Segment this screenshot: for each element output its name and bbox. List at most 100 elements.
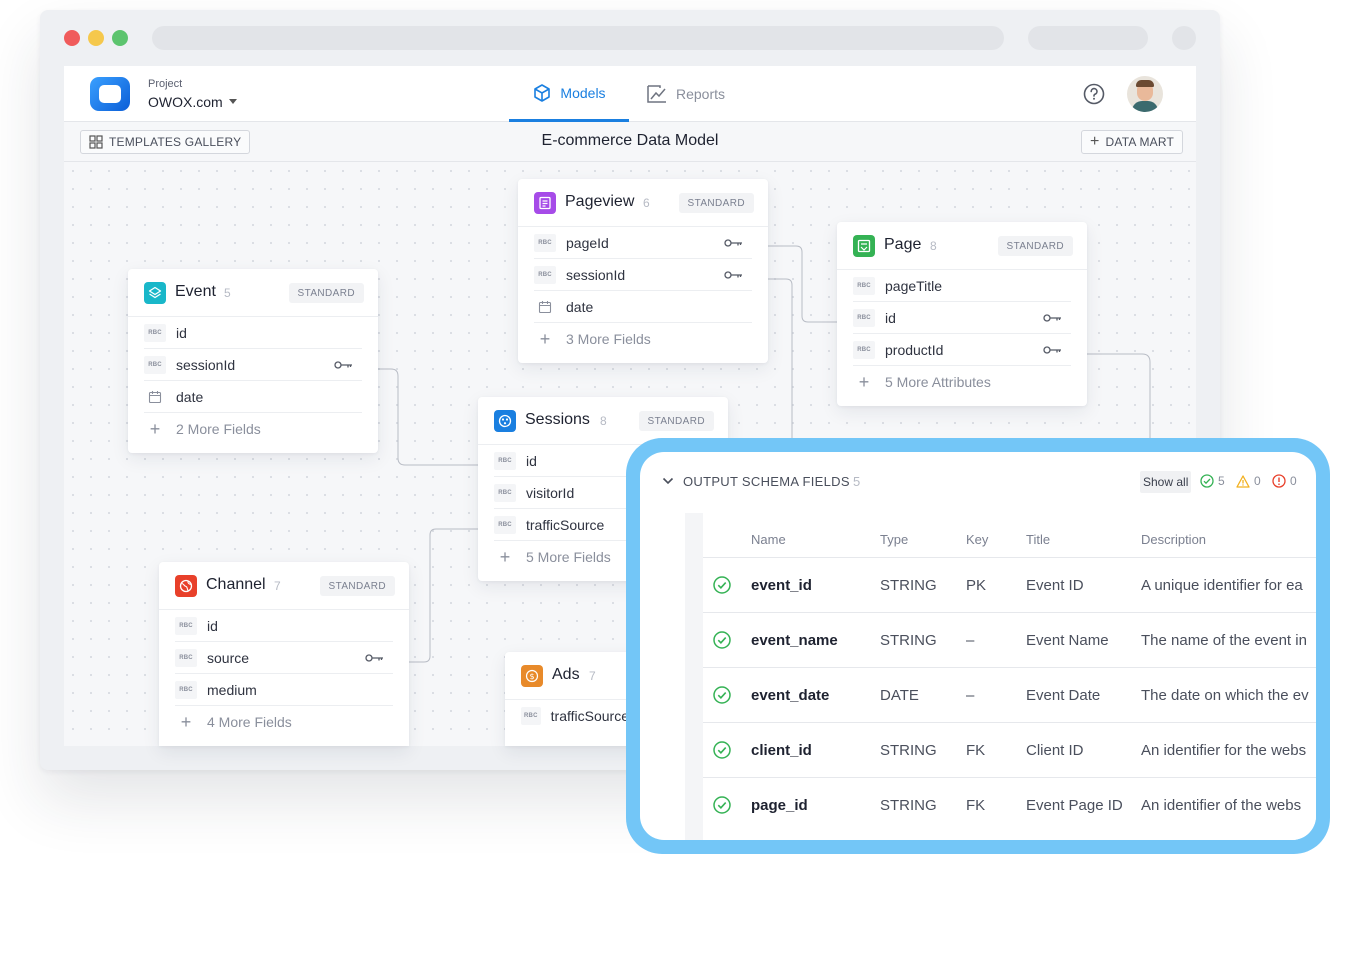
field-description: The name of the event in (1141, 632, 1307, 649)
field-key: – (966, 687, 975, 704)
minimize-window-dot[interactable] (88, 30, 104, 46)
cube-icon (534, 83, 551, 102)
field-type: STRING (880, 797, 937, 814)
standard-badge: STANDARD (997, 236, 1073, 256)
field-key: FK (966, 742, 986, 759)
entity-card-ads[interactable]: $ Ads 7 RBC trafficSource (505, 652, 645, 746)
more-fields-row[interactable]: +2 More Fields (144, 413, 362, 445)
more-fields-row[interactable]: +5 More Attributes (853, 366, 1071, 398)
tab-models[interactable]: Models (509, 66, 629, 122)
project-selector[interactable]: OWOX.com (148, 94, 223, 110)
field-row[interactable]: RBC productId (853, 334, 1071, 366)
string-type-icon: RBC (534, 233, 556, 252)
field-title: Event ID (1026, 577, 1084, 594)
field-row[interactable]: RBC trafficSource (521, 700, 629, 732)
svg-text:$: $ (529, 672, 534, 681)
check-circle-icon (713, 741, 731, 759)
schema-panel-header: OUTPUT SCHEMA FIELDS 5 Show all 5 0 0 (640, 452, 1316, 508)
field-name: client_id (751, 742, 812, 759)
field-row[interactable]: RBC id (853, 302, 1071, 334)
avatar[interactable] (1127, 76, 1163, 112)
tab-reports[interactable]: Reports (646, 66, 725, 122)
field-title: Event Page ID (1026, 797, 1123, 814)
field-name: date (176, 388, 204, 405)
column-header-description[interactable]: Description (1141, 532, 1206, 547)
schema-table-container: Name Type Key Title Description event_id… (685, 513, 1316, 840)
string-type-icon: RBC (494, 451, 516, 470)
more-fields-row[interactable]: +3 More Fields (534, 323, 752, 355)
key-icon (334, 361, 352, 369)
entity-card-page[interactable]: Page 8 STANDARD RBC pageTitle RBC id RBC pr… (837, 222, 1087, 406)
field-row[interactable]: RBC id (144, 317, 362, 349)
field-name: event_name (751, 632, 838, 649)
warning-count[interactable]: 0 (1236, 474, 1261, 488)
column-header-key[interactable]: Key (966, 532, 988, 547)
table-row[interactable]: event_date DATE – Event Date The date on… (703, 667, 1316, 722)
string-type-icon: RBC (494, 515, 516, 534)
schema-table: Name Type Key Title Description event_id… (703, 513, 1316, 840)
error-circle-icon (1272, 474, 1286, 488)
column-header-name[interactable]: Name (751, 532, 786, 547)
entity-card-channel[interactable]: Channel 7 STANDARD RBC id RBC source RBC me… (159, 562, 409, 746)
field-row[interactable]: RBC medium (175, 674, 393, 706)
card-header: Page 8 STANDARD (837, 222, 1087, 270)
chevron-down-icon[interactable] (229, 99, 237, 104)
field-row[interactable]: RBC sessionId (144, 349, 362, 381)
error-count-value: 0 (1290, 474, 1297, 488)
help-circle-icon[interactable] (1083, 83, 1105, 105)
field-key: PK (966, 577, 987, 594)
field-row[interactable]: RBC pageId (534, 227, 752, 259)
field-row[interactable]: RBC sessionId (534, 259, 752, 291)
page-icon (853, 235, 875, 257)
field-row[interactable]: RBC source (175, 642, 393, 674)
card-title: Ads (552, 666, 580, 683)
browser-toolbar-placeholder (1028, 26, 1148, 50)
table-row[interactable]: client_id STRING FK Client ID An identif… (703, 722, 1316, 777)
dollar-icon: $ (521, 665, 543, 687)
field-name: visitorId (526, 484, 575, 501)
page-title: E-commerce Data Model (541, 132, 719, 149)
calendar-icon (534, 298, 556, 316)
calendar-icon (144, 388, 166, 406)
sessions-icon (494, 410, 516, 432)
maximize-window-dot[interactable] (112, 30, 128, 46)
show-all-button[interactable]: Show all (1140, 471, 1192, 493)
string-type-icon: RBC (853, 340, 875, 359)
field-row[interactable]: date (534, 291, 752, 323)
table-row[interactable]: event_name STRING – Event Name The name … (703, 612, 1316, 667)
table-row[interactable]: event_id STRING PK Event ID A unique ide… (703, 557, 1316, 612)
string-type-icon: RBC (144, 355, 166, 374)
column-header-type[interactable]: Type (880, 532, 908, 547)
check-circle-icon (713, 686, 731, 704)
field-row[interactable]: RBC pageTitle (853, 270, 1071, 302)
string-type-icon: RBC (175, 616, 197, 635)
field-count: 8 (600, 414, 607, 428)
table-row[interactable]: page_id STRING FK Event Page ID An ident… (703, 777, 1316, 832)
more-fields-label: 5 More Attributes (885, 374, 991, 390)
browser-menu-placeholder[interactable] (1172, 26, 1196, 50)
warning-triangle-icon (1236, 474, 1250, 488)
entity-card-event[interactable]: Event 5 STANDARD RBC id RBC sessionId date… (128, 269, 378, 453)
address-bar[interactable] (152, 26, 1004, 50)
error-count[interactable]: 0 (1272, 474, 1297, 488)
field-row[interactable]: date (144, 381, 362, 413)
field-type: STRING (880, 632, 937, 649)
valid-count[interactable]: 5 (1200, 474, 1225, 488)
field-name: event_id (751, 577, 812, 594)
column-header-title[interactable]: Title (1026, 532, 1050, 547)
card-header: Channel 7 STANDARD (159, 562, 409, 610)
warning-count-value: 0 (1254, 474, 1261, 488)
field-row[interactable]: RBC id (175, 610, 393, 642)
entity-card-pageview[interactable]: Pageview 6 STANDARD RBC pageId RBC session… (518, 179, 768, 363)
top-navbar: Project OWOX.com Models Reports (64, 66, 1196, 122)
plus-icon: + (539, 329, 551, 349)
field-name: trafficSource (550, 708, 629, 724)
field-title: Client ID (1026, 742, 1084, 759)
owox-logo[interactable] (90, 77, 130, 111)
output-schema-panel: OUTPUT SCHEMA FIELDS 5 Show all 5 0 0 Na… (640, 452, 1316, 840)
chevron-down-icon[interactable] (662, 476, 674, 486)
more-fields-row[interactable]: +4 More Fields (175, 706, 393, 738)
field-name: id (526, 452, 537, 469)
field-count: 7 (274, 579, 281, 593)
close-window-dot[interactable] (64, 30, 80, 46)
